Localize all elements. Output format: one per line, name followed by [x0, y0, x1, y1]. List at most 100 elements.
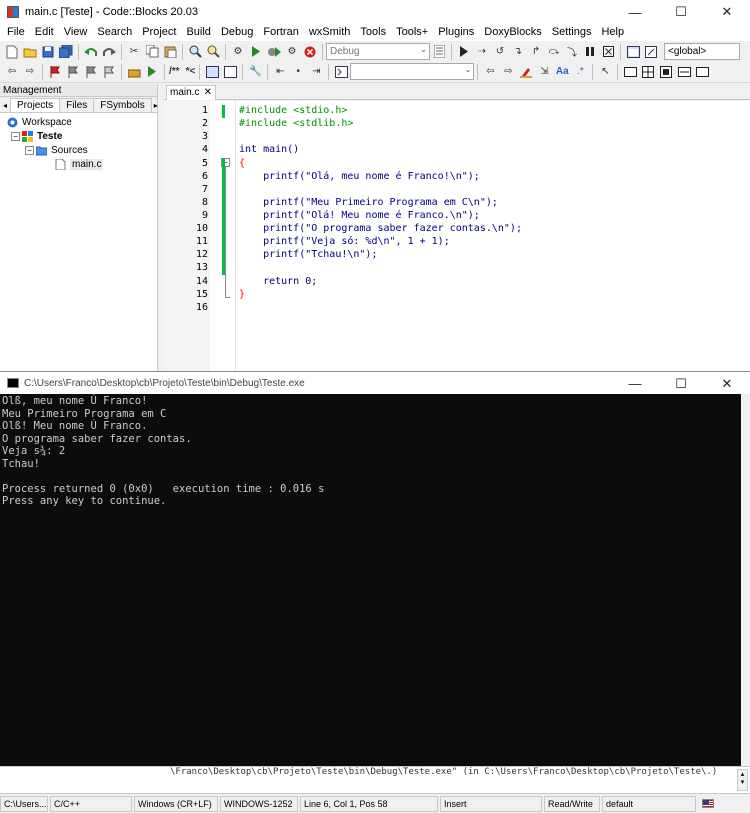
code-editor[interactable]: − 1 2 3 4 5 6 7 8 9 10 11 12 13 14 15 16… — [164, 101, 750, 373]
build-target-select[interactable]: Debug ⌄ — [326, 43, 430, 60]
open-file-icon[interactable] — [22, 44, 38, 60]
menu-plugins[interactable]: Plugins — [433, 24, 479, 41]
step-into-icon[interactable]: ↴ — [510, 44, 526, 60]
tab-scroll-left-icon[interactable]: ◂ — [0, 101, 10, 112]
menu-wxsmith[interactable]: wxSmith — [304, 24, 356, 41]
console-scrollbar[interactable] — [741, 394, 750, 766]
wx-sizer-icon[interactable] — [676, 64, 692, 80]
next-instruction-icon[interactable]: ⤼ — [546, 44, 562, 60]
find-prev-icon[interactable]: ⇦ — [482, 64, 498, 80]
tree-file-main[interactable]: main.c — [0, 157, 157, 171]
menu-settings[interactable]: Settings — [547, 24, 597, 41]
clear-bookmarks-icon[interactable] — [101, 64, 117, 80]
jump-icon[interactable] — [144, 64, 160, 80]
scope-select[interactable]: <global> — [664, 43, 740, 60]
find-next-icon[interactable]: ⇨ — [500, 64, 516, 80]
doxy-wizard-icon[interactable] — [222, 64, 238, 80]
tab-scroll-right-icon[interactable]: ▸ — [151, 101, 161, 112]
console-minimize-button[interactable]: — — [612, 372, 658, 395]
forward-arrow-icon[interactable]: ⇨ — [22, 64, 38, 80]
tree-workspace[interactable]: Workspace — [0, 115, 157, 129]
save-all-icon[interactable] — [58, 44, 74, 60]
selection-icon[interactable]: ⇲ — [536, 64, 552, 80]
regex-icon[interactable]: .* — [572, 64, 588, 80]
menu-project[interactable]: Project — [137, 24, 181, 41]
prev-bookmark-icon[interactable] — [65, 64, 81, 80]
build-gear-icon[interactable]: ⚙ — [230, 44, 246, 60]
menu-doxyblocks[interactable]: DoxyBlocks — [479, 24, 546, 41]
menu-file[interactable]: File — [2, 24, 30, 41]
highlight-text-icon[interactable] — [518, 64, 534, 80]
menu-tools-plus[interactable]: Tools+ — [391, 24, 433, 41]
wx-frame-icon[interactable] — [622, 64, 638, 80]
toggle-bookmark-icon[interactable] — [47, 64, 63, 80]
highlight-icon[interactable] — [126, 64, 142, 80]
match-case-icon[interactable]: Aa — [554, 64, 570, 80]
find-icon[interactable] — [187, 44, 203, 60]
back-arrow-icon[interactable]: ⇦ — [4, 64, 20, 80]
next-line-icon[interactable]: ↺ — [492, 44, 508, 60]
console-maximize-button[interactable]: ☐ — [658, 372, 704, 395]
cursor-pointer-icon[interactable]: ↖ — [597, 64, 613, 80]
menu-search[interactable]: Search — [92, 24, 137, 41]
run-icon[interactable] — [248, 44, 264, 60]
pause-icon[interactable] — [582, 44, 598, 60]
undo-icon[interactable] — [83, 44, 99, 60]
run-to-cursor-icon[interactable]: ⇢ — [474, 44, 490, 60]
menu-help[interactable]: Help — [596, 24, 629, 41]
next-callstack-icon[interactable]: ⇥ — [308, 64, 324, 80]
collapse-icon[interactable]: − — [25, 145, 34, 155]
tab-files[interactable]: Files — [59, 98, 95, 112]
replace-icon[interactable] — [205, 44, 221, 60]
wx-panel-icon[interactable] — [694, 64, 710, 80]
stop-debug-icon[interactable] — [600, 44, 616, 60]
various-info-icon[interactable] — [643, 44, 659, 60]
wrench-icon[interactable]: 🔧 — [247, 64, 263, 80]
paste-icon[interactable] — [162, 44, 178, 60]
console-output[interactable]: Olß, meu nome Ú Franco! Meu Primeiro Pro… — [0, 394, 741, 766]
wx-box-icon[interactable] — [658, 64, 674, 80]
tree-project[interactable]: − Teste — [0, 129, 157, 143]
log-scrollbar[interactable]: ▴ ▾ — [737, 769, 748, 791]
menu-tools[interactable]: Tools — [355, 24, 391, 41]
symbol-browser-icon[interactable] — [333, 64, 349, 80]
debug-windows-icon[interactable] — [625, 44, 641, 60]
menu-build[interactable]: Build — [181, 24, 215, 41]
console-close-button[interactable]: ✕ — [704, 372, 750, 395]
redo-icon[interactable] — [101, 44, 117, 60]
editor-tab-main-c[interactable]: main.c ✕ — [166, 85, 216, 100]
next-bookmark-icon[interactable] — [83, 64, 99, 80]
scroll-up-icon[interactable]: ▴ — [741, 771, 745, 778]
menu-debug[interactable]: Debug — [216, 24, 258, 41]
copy-icon[interactable] — [144, 44, 160, 60]
rebuild-icon[interactable]: ⚙ — [284, 44, 300, 60]
menu-view[interactable]: View — [59, 24, 93, 41]
current-line-icon[interactable]: • — [290, 64, 306, 80]
menu-fortran[interactable]: Fortran — [258, 24, 303, 41]
collapse-icon[interactable]: − — [11, 131, 20, 141]
tab-projects[interactable]: Projects — [10, 98, 61, 112]
step-out-icon[interactable]: ↱ — [528, 44, 544, 60]
tab-fsymbols[interactable]: FSymbols — [93, 98, 152, 112]
tree-folder-sources[interactable]: − Sources — [0, 143, 157, 157]
close-tab-icon[interactable]: ✕ — [204, 86, 212, 100]
new-file-icon[interactable] — [4, 44, 20, 60]
doxy-extract-icon[interactable] — [204, 64, 220, 80]
uncomment-button[interactable]: *< — [186, 64, 196, 80]
abort-icon[interactable] — [302, 44, 318, 60]
step-into-instruction-icon[interactable]: ⤵ — [564, 44, 580, 60]
comment-button[interactable]: /** — [169, 64, 180, 80]
scroll-down-icon[interactable]: ▾ — [741, 779, 745, 786]
wx-grid-icon[interactable] — [640, 64, 656, 80]
debug-start-icon[interactable] — [456, 44, 472, 60]
cut-icon[interactable]: ✂ — [126, 44, 142, 60]
maximize-button[interactable]: ☐ — [658, 0, 704, 24]
code-completion-select[interactable]: ⌄ — [350, 63, 475, 80]
prev-callstack-icon[interactable]: ⇤ — [272, 64, 288, 80]
save-icon[interactable] — [40, 44, 56, 60]
show-target-options-icon[interactable] — [431, 44, 447, 60]
close-button[interactable]: ✕ — [704, 0, 750, 24]
minimize-button[interactable]: — — [612, 0, 658, 24]
build-and-run-icon[interactable] — [266, 44, 282, 60]
menu-edit[interactable]: Edit — [30, 24, 59, 41]
